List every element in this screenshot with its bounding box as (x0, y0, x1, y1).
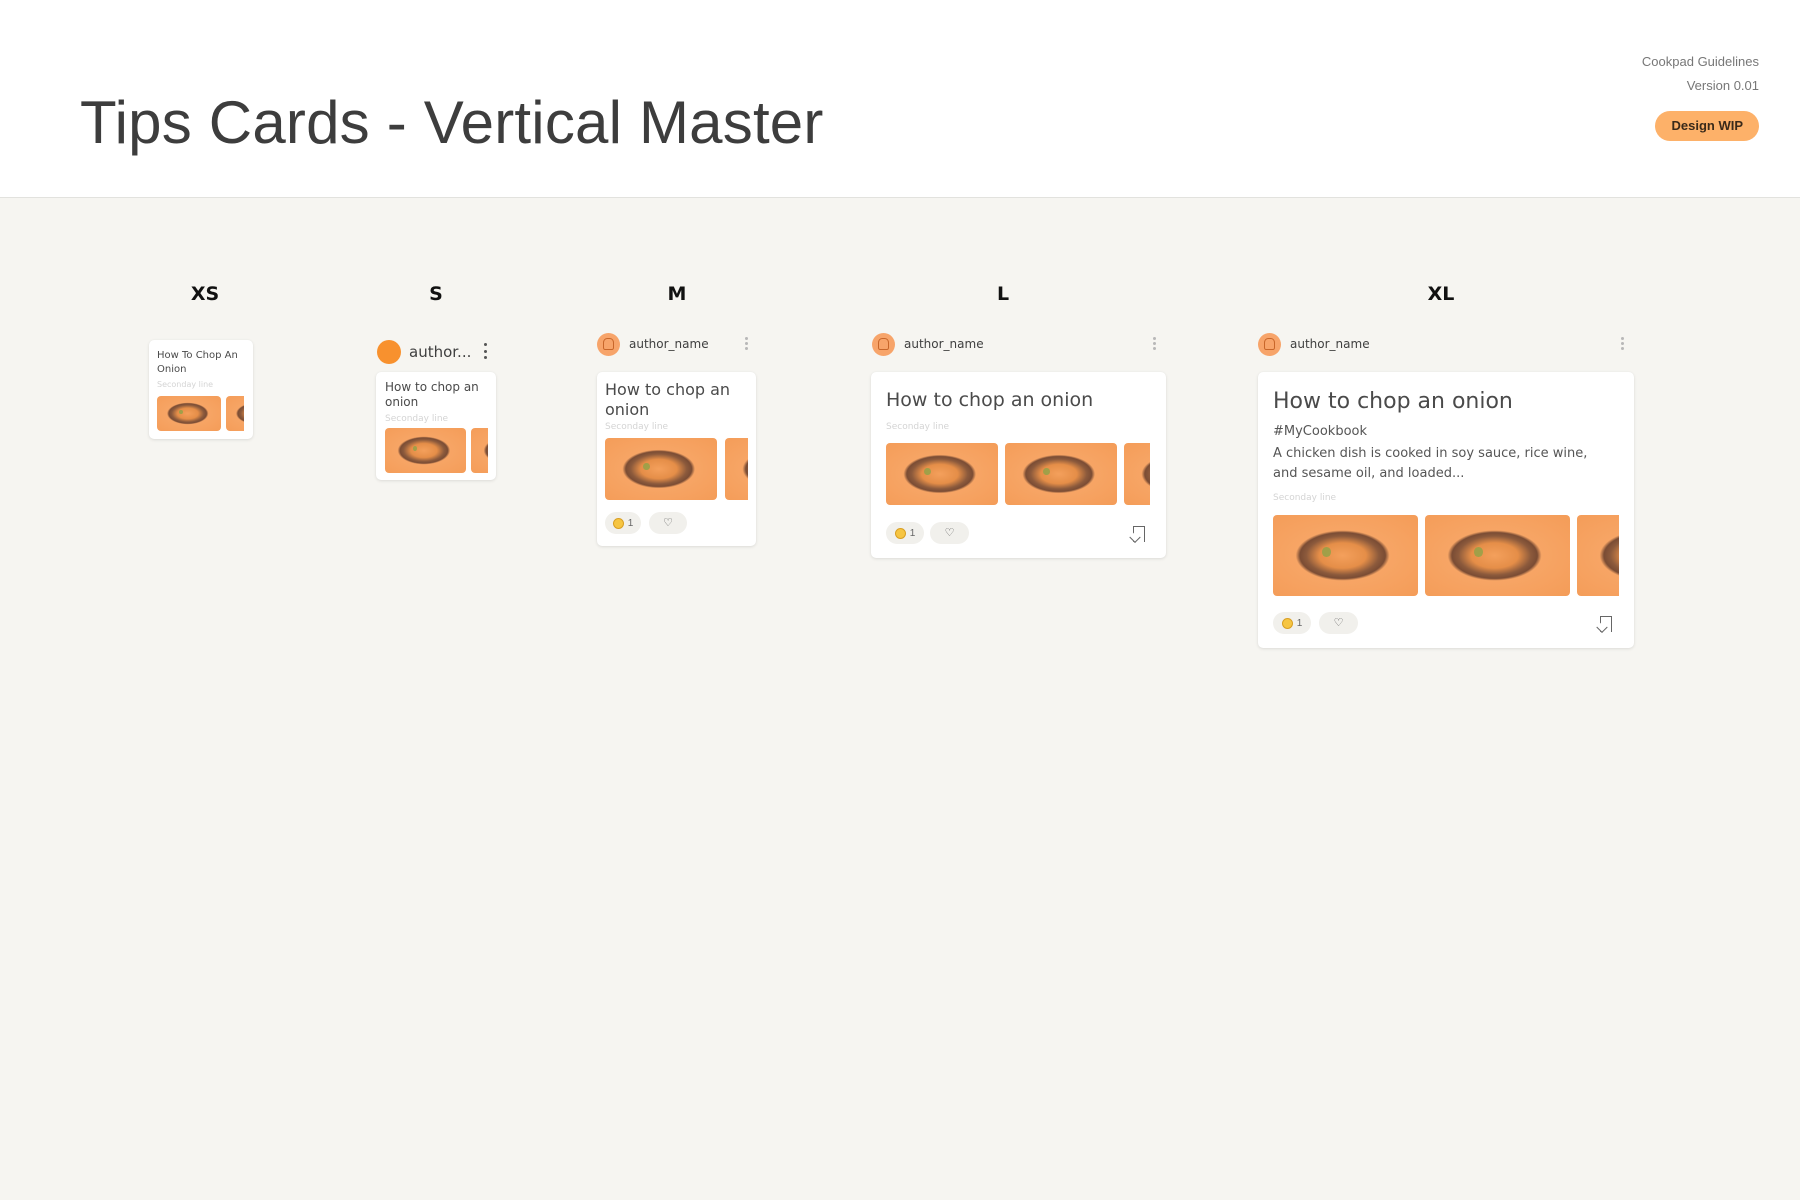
card-hashtag[interactable]: #MyCookbook (1273, 424, 1367, 439)
add-reaction-button[interactable]: ♡ (1319, 612, 1358, 634)
image-carousel[interactable] (605, 438, 748, 500)
more-vertical-icon[interactable] (1152, 337, 1156, 350)
tips-card-l[interactable]: How to chop an onion Seconday line 1 ♡ (871, 372, 1166, 558)
add-reaction-button[interactable]: ♡ (649, 512, 687, 534)
recipe-image (886, 443, 998, 505)
image-carousel[interactable] (886, 443, 1150, 505)
size-label-m: M (667, 283, 687, 305)
status-badge: Design WIP (1655, 111, 1759, 141)
heart-add-icon: ♡ (1333, 616, 1344, 629)
card-title: How to chop an onion (1273, 389, 1513, 414)
recipe-image (157, 396, 221, 431)
emoji-reaction-icon (1281, 617, 1293, 629)
author-row[interactable]: author... (377, 340, 471, 364)
add-reaction-button[interactable]: ♡ (930, 522, 969, 544)
card-title: How to chop an onion (886, 389, 1094, 411)
bookmark-icon[interactable] (1600, 616, 1612, 632)
recipe-image (1005, 443, 1117, 505)
tips-card-xs[interactable]: How To Chop An Onion Seconday line (149, 340, 253, 439)
card-description: A chicken dish is cooked in soy sauce, r… (1273, 446, 1588, 481)
author-name: author_name (629, 337, 709, 351)
card-title: How to chop an onion (385, 380, 479, 409)
reaction-pill[interactable]: 1 (1273, 612, 1311, 634)
size-label-s: S (429, 283, 443, 305)
author-row[interactable]: author_name (872, 332, 984, 356)
card-secondary-line: Seconday line (605, 422, 669, 432)
tips-card-s[interactable]: How to chop an onion Seconday line (376, 372, 496, 480)
recipe-image (1273, 515, 1418, 596)
author-name: author_name (904, 337, 984, 351)
author-row[interactable]: author_name (1258, 332, 1370, 356)
reaction-pill[interactable]: 1 (605, 512, 641, 534)
author-row[interactable]: author_name (597, 332, 709, 356)
image-carousel[interactable] (1273, 515, 1619, 596)
reaction-pill[interactable]: 1 (886, 522, 924, 544)
author-name: author_name (1290, 337, 1370, 351)
recipe-image (1577, 515, 1619, 596)
card-title: How to chop an onion (605, 380, 731, 419)
card-secondary-line: Seconday line (385, 414, 449, 424)
heart-add-icon: ♡ (663, 516, 673, 529)
image-carousel[interactable] (157, 396, 244, 431)
more-vertical-icon[interactable] (482, 343, 488, 359)
heart-add-icon: ♡ (944, 526, 955, 539)
size-label-xl: XL (1427, 283, 1455, 305)
card-secondary-line: Seconday line (886, 422, 950, 432)
recipe-image (605, 438, 717, 500)
recipe-image (1425, 515, 1570, 596)
image-carousel[interactable] (385, 428, 488, 473)
recipe-image (725, 438, 748, 500)
reaction-count: 1 (627, 517, 634, 529)
reaction-count: 1 (1296, 617, 1303, 629)
page-header: Tips Cards - Vertical Master Cookpad Gui… (0, 0, 1800, 198)
card-title: How To Chop An Onion (157, 350, 238, 375)
more-vertical-icon[interactable] (1620, 337, 1624, 350)
tips-card-xl[interactable]: How to chop an onion #MyCookbook A chick… (1258, 372, 1634, 648)
size-label-l: L (996, 283, 1010, 305)
emoji-reaction-icon (612, 517, 624, 529)
recipe-image (385, 428, 466, 473)
author-name: author... (409, 343, 472, 361)
avatar-icon (872, 332, 895, 356)
emoji-reaction-icon (894, 527, 906, 539)
card-secondary-line: Seconday line (1273, 493, 1337, 503)
card-secondary-line: Seconday line (157, 380, 214, 389)
tips-card-m[interactable]: How to chop an onion Seconday line 1 ♡ (597, 372, 756, 546)
version-label: Version 0.01 (1686, 78, 1759, 93)
more-vertical-icon[interactable] (744, 337, 748, 350)
recipe-image (1124, 443, 1150, 505)
recipe-image (471, 428, 488, 473)
avatar-icon (597, 332, 620, 356)
size-label-xs: XS (190, 283, 220, 305)
reaction-count: 1 (909, 527, 916, 539)
bookmark-icon[interactable] (1133, 526, 1145, 542)
page-title: Tips Cards - Vertical Master (80, 89, 824, 156)
avatar-icon (1258, 332, 1281, 356)
avatar-icon (377, 340, 401, 364)
guidelines-label: Cookpad Guidelines (1641, 54, 1759, 69)
recipe-image (226, 396, 244, 431)
